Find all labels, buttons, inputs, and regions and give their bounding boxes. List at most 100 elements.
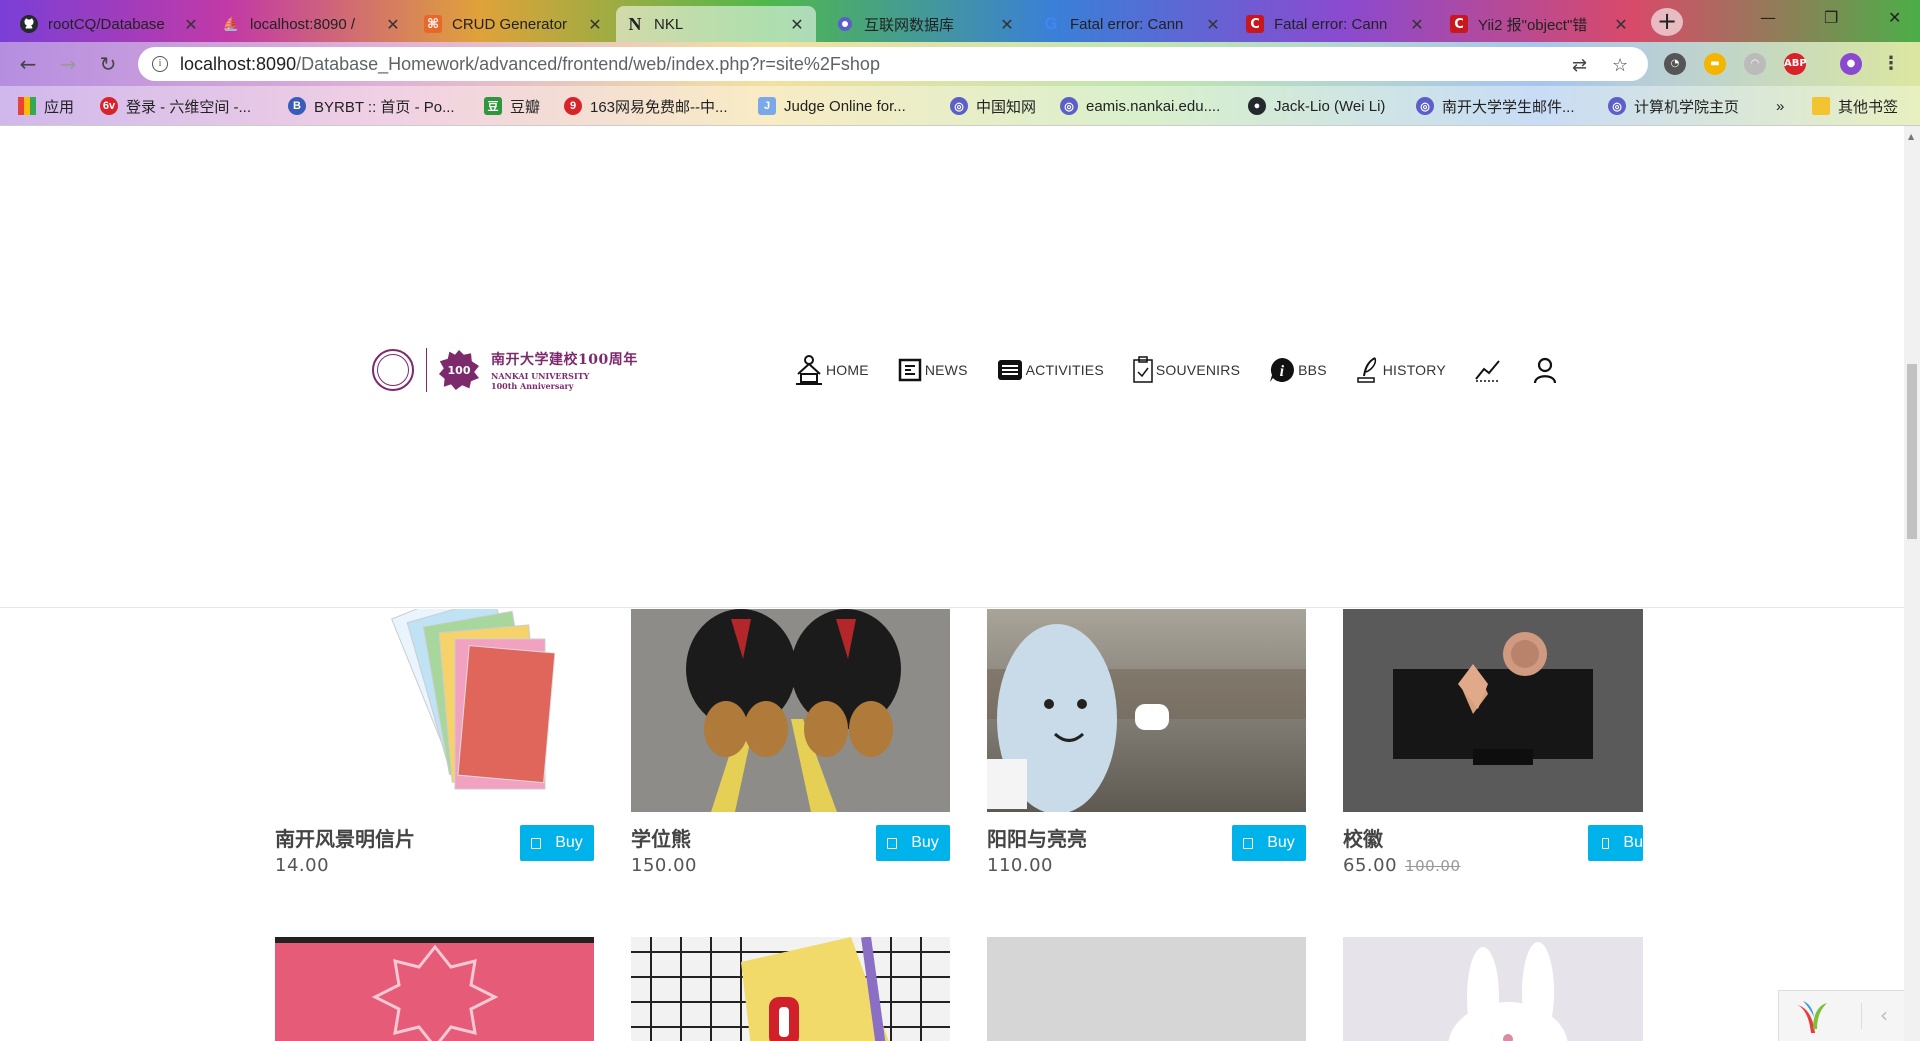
bookmark-item[interactable]: B BYRBT :: 首页 - Po... — [288, 95, 455, 117]
other-bookmarks[interactable]: 其他书签 — [1812, 95, 1898, 117]
bookmark-item[interactable]: 9 163网易免费邮--中... — [564, 95, 728, 117]
restore-icon[interactable]: ❐ — [1824, 8, 1838, 27]
bookmark-item[interactable]: 6v 登录 - 六维空间 -... — [100, 95, 251, 117]
centennial-badge: 100 — [439, 350, 479, 390]
close-icon[interactable]: ✕ — [1612, 15, 1630, 34]
tab-title: Yii2 报"object"错 — [1478, 16, 1588, 34]
bookmarks-more-button[interactable]: » — [1776, 95, 1784, 117]
nav-statistics[interactable] — [1474, 357, 1504, 383]
minimize-icon[interactable]: — — [1760, 8, 1776, 27]
bookmark-item[interactable]: J Judge Online for... — [758, 95, 906, 117]
nav-news[interactable]: NEWS — [897, 357, 968, 383]
browser-tab[interactable]: G Fatal error: Cann ✕ — [1032, 6, 1232, 42]
buy-button[interactable]: Buy — [1232, 825, 1306, 861]
product-name[interactable]: 学位熊 — [631, 823, 691, 852]
svg-text:i: i — [1280, 363, 1285, 380]
product-image[interactable] — [275, 937, 594, 1041]
nav-bbs[interactable]: i BBS — [1268, 356, 1327, 384]
tab-title: Fatal error: Cann — [1070, 15, 1184, 33]
profile-avatar[interactable]: ● — [1840, 53, 1862, 75]
product-image[interactable] — [1343, 937, 1643, 1041]
tab-title: CRUD Generator — [452, 15, 568, 33]
browser-tab[interactable]: ⌘ CRUD Generator ✕ — [414, 6, 614, 42]
close-icon[interactable]: ✕ — [788, 15, 806, 34]
translate-icon[interactable]: ⇄ — [1572, 55, 1587, 76]
product-card: 学位熊 150.00 Buy — [631, 609, 950, 876]
browser-tab[interactable]: C Fatal error: Cann ✕ — [1236, 6, 1436, 42]
browser-tab[interactable]: rootCQ/Database ✕ — [10, 6, 210, 42]
nav-souvenirs[interactable]: SOUVENIRS — [1132, 356, 1240, 384]
product-image[interactable] — [631, 609, 950, 812]
extension-history-icon[interactable]: ◔ — [1664, 53, 1686, 75]
extension-note-icon[interactable]: ▬ — [1704, 53, 1726, 75]
judge-icon: J — [758, 97, 776, 115]
tab-title: 互联网数据库 — [864, 16, 955, 34]
yii-debug-toolbar[interactable]: ‹ — [1778, 990, 1904, 1041]
yii-gii-icon: ⌘ — [424, 15, 442, 33]
history-icon — [1357, 357, 1376, 383]
close-icon[interactable]: ✕ — [1408, 15, 1426, 34]
buy-button[interactable]: Buy — [876, 825, 950, 861]
page-viewport: 南开风景明信片 14.00 Buy 学位熊 150.00 Buy 阳阳与亮亮 1… — [0, 126, 1904, 1041]
bookmark-item[interactable]: ◎ 中国知网 — [950, 95, 1036, 117]
close-icon[interactable]: ✕ — [998, 15, 1016, 34]
cart-icon — [887, 837, 898, 849]
news-icon — [898, 358, 922, 382]
star-icon[interactable]: ☆ — [1612, 55, 1628, 76]
byrbt-icon: B — [288, 97, 306, 115]
site-logo[interactable]: 100 南开大学建校100周年 NANKAI UNIVERSITY 100th … — [372, 348, 638, 392]
globe-icon: ◎ — [1416, 97, 1434, 115]
yii-logo-icon[interactable] — [1793, 999, 1831, 1035]
close-window-icon[interactable]: ✕ — [1888, 8, 1901, 27]
bookmark-item[interactable]: 豆 豆瓣 — [484, 95, 540, 117]
nav-activities[interactable]: ACTIVITIES — [996, 357, 1104, 383]
back-arrow-icon[interactable]: ← — [14, 50, 42, 78]
info-icon[interactable]: i — [152, 56, 168, 72]
browser-tab[interactable]: 互联网数据库 ✕ — [826, 6, 1026, 42]
product-price: 14.00 — [275, 855, 330, 876]
forward-arrow-icon[interactable]: → — [54, 50, 82, 78]
activities-icon — [997, 360, 1022, 380]
nav-history[interactable]: HISTORY — [1355, 356, 1446, 384]
product-card — [631, 937, 950, 1041]
bookmark-item[interactable]: ◎ eamis.nankai.edu.... — [1060, 95, 1220, 117]
collapse-toolbar-icon[interactable]: ‹ — [1861, 1003, 1888, 1029]
globe-icon — [836, 15, 854, 33]
browser-tab[interactable]: C Yii2 报"object"错 ✕ — [1440, 6, 1640, 42]
bookmark-item[interactable]: ● Jack-Lio (Wei Li) — [1248, 95, 1385, 117]
google-icon: G — [1044, 14, 1058, 33]
close-icon[interactable]: ✕ — [384, 15, 402, 34]
buy-button[interactable]: Bu — [1588, 825, 1643, 861]
product-name[interactable]: 南开风景明信片 — [275, 823, 415, 852]
product-image[interactable] — [1343, 609, 1643, 812]
close-icon[interactable]: ✕ — [1204, 15, 1222, 34]
close-icon[interactable]: ✕ — [586, 15, 604, 34]
new-tab-button[interactable]: + — [1651, 8, 1683, 36]
menu-kebab-icon[interactable]: ⋮ — [1880, 53, 1902, 75]
scroll-up-icon[interactable]: ▲ — [1908, 132, 1914, 141]
nav-user[interactable] — [1532, 356, 1560, 384]
product-image[interactable] — [275, 609, 594, 812]
product-name[interactable]: 阳阳与亮亮 — [987, 823, 1087, 852]
product-name[interactable]: 校徽 — [1343, 823, 1383, 852]
adblock-icon[interactable]: ABP — [1784, 53, 1807, 75]
product-image[interactable] — [987, 937, 1306, 1041]
browser-tab[interactable]: ⛵ localhost:8090 / ✕ — [212, 6, 412, 42]
bookmark-apps[interactable]: 应用 — [18, 95, 74, 117]
bookmark-item[interactable]: ◎ 南开大学学生邮件... — [1416, 95, 1575, 117]
product-image[interactable] — [631, 937, 950, 1041]
product-image[interactable] — [987, 609, 1306, 812]
reload-icon[interactable]: ↻ — [94, 50, 122, 78]
address-bar[interactable]: i localhost:8090/Database_Homework/advan… — [138, 47, 1648, 81]
scrollbar-thumb[interactable] — [1907, 364, 1917, 539]
product-price: 65.00 100.00 — [1343, 855, 1461, 876]
extension-gauge-icon[interactable]: ◠ — [1744, 53, 1766, 75]
close-icon[interactable]: ✕ — [182, 15, 200, 34]
6v-icon: 6v — [100, 97, 118, 115]
bookmark-item[interactable]: ◎ 计算机学院主页 — [1608, 95, 1739, 117]
browser-tab-active[interactable]: N NKL ✕ — [616, 6, 816, 42]
page-scrollbar[interactable]: ▲ — [1904, 126, 1920, 1041]
github-icon — [20, 15, 38, 33]
buy-button[interactable]: Buy — [520, 825, 594, 861]
nav-home[interactable]: HOME — [794, 354, 869, 386]
